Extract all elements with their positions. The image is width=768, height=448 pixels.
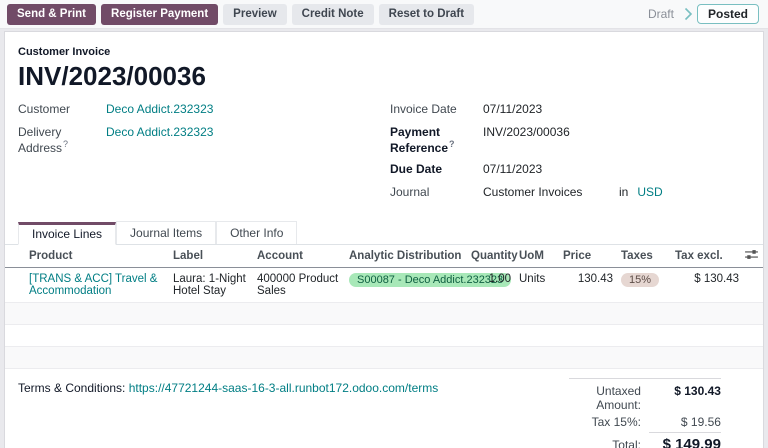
due-date-value[interactable]: 07/11/2023 <box>483 162 542 176</box>
tax-row: Tax 15%: $ 19.56 <box>569 415 721 429</box>
column-product[interactable]: Product <box>5 245 169 268</box>
table-header-row: Product Label Account Analytic Distribut… <box>5 245 763 268</box>
due-date-label: Due Date <box>390 162 443 176</box>
tax-value: $ 19.56 <box>680 415 721 429</box>
field-delivery-address: Delivery Address? Deco Addict.232323 <box>18 125 384 155</box>
empty-table-row <box>5 302 763 325</box>
terms-label: Terms & Conditions: <box>18 381 126 395</box>
control-panel: Send & Print Register Payment Preview Cr… <box>0 0 768 29</box>
line-account-cell[interactable]: 400000 Product Sales <box>253 267 345 303</box>
action-buttons: Send & Print Register Payment Preview Cr… <box>7 3 475 25</box>
delivery-address-label-text: Delivery Address <box>18 125 63 155</box>
payment-reference-label-text: Payment Reference <box>390 125 449 155</box>
field-groups: Customer Deco Addict.232323 Delivery Add… <box>5 102 763 208</box>
tax-label: Tax 15%: <box>591 415 641 429</box>
journal-value[interactable]: Customer Invoices <box>483 185 619 199</box>
journal-label: Journal <box>390 185 430 199</box>
field-customer: Customer Deco Addict.232323 <box>18 102 384 118</box>
field-invoice-date: Invoice Date 07/11/2023 <box>390 102 763 118</box>
reset-to-draft-button[interactable]: Reset to Draft <box>378 3 475 25</box>
untaxed-amount-label: Untaxed Amount: <box>596 384 641 412</box>
column-quantity[interactable]: Quantity <box>467 245 518 268</box>
help-question-icon: ? <box>449 139 455 149</box>
credit-note-button[interactable]: Credit Note <box>291 3 374 25</box>
customer-label: Customer <box>18 102 71 116</box>
field-column-right: Invoice Date 07/11/2023 Payment Referenc… <box>384 102 763 208</box>
column-price[interactable]: Price <box>559 245 617 268</box>
invoice-date-value[interactable]: 07/11/2023 <box>483 102 542 116</box>
sheet-footer: Terms & Conditions: https://47721244-saa… <box>5 369 763 448</box>
field-journal: Journal Customer Invoices in USD <box>390 185 763 201</box>
send-print-button[interactable]: Send & Print <box>7 3 97 25</box>
optional-columns-icon[interactable] <box>743 245 763 268</box>
product-link[interactable]: [TRANS & ACC] Travel & Accommodation <box>29 273 157 297</box>
field-payment-reference: Payment Reference? INV/2023/00036 <box>390 125 763 155</box>
untaxed-amount-value: $ 130.43 <box>674 384 721 398</box>
tab-journal-items[interactable]: Journal Items <box>116 221 217 244</box>
column-label[interactable]: Label <box>169 245 253 268</box>
preview-button[interactable]: Preview <box>223 3 287 25</box>
status-posted[interactable]: Posted <box>696 4 759 24</box>
invoice-number: INV/2023/00036 <box>18 61 206 91</box>
line-tax-excl-cell: $ 130.43 <box>671 267 743 303</box>
register-payment-button[interactable]: Register Payment <box>101 3 219 25</box>
journal-in-text: in <box>619 185 629 199</box>
column-tax-excl[interactable]: Tax excl. <box>671 245 743 268</box>
analytic-distribution-badge[interactable]: S00087 - Deco Addict.232323 <box>349 273 512 287</box>
total-row: Total: $ 149.99 <box>569 432 721 448</box>
help-question-icon: ? <box>63 139 69 149</box>
tax-badge[interactable]: 15% <box>621 273 660 287</box>
invoice-date-label: Invoice Date <box>390 102 457 116</box>
column-taxes[interactable]: Taxes <box>617 245 671 268</box>
empty-table-row <box>5 346 763 369</box>
invoice-sheet: Customer Invoice INV/2023/00036 Customer… <box>4 31 764 448</box>
totals-block: Untaxed Amount: $ 130.43 Tax 15%: $ 19.5… <box>568 378 739 448</box>
delivery-address-label: Delivery Address? <box>18 125 106 155</box>
column-uom[interactable]: UoM <box>515 245 559 268</box>
line-label-cell[interactable]: Laura: 1-Night Hotel Stay <box>169 267 253 303</box>
field-due-date: Due Date 07/11/2023 <box>390 162 763 178</box>
delivery-address-value-link[interactable]: Deco Addict.232323 <box>106 125 213 139</box>
line-uom-cell[interactable]: Units <box>515 267 559 303</box>
tab-invoice-lines[interactable]: Invoice Lines <box>18 222 117 245</box>
untaxed-amount-row: Untaxed Amount: $ 130.43 <box>569 384 721 412</box>
terms-link[interactable]: https://47721244-saas-16-3-all.runbot172… <box>129 381 439 395</box>
column-account[interactable]: Account <box>253 245 345 268</box>
journal-currency-link[interactable]: USD <box>637 185 662 199</box>
chevron-right-icon <box>684 6 693 22</box>
status-bar: Draft Posted <box>642 4 761 24</box>
column-analytic-distribution[interactable]: Analytic Distribution <box>345 245 467 268</box>
total-value: $ 149.99 <box>648 432 721 448</box>
invoice-line-row[interactable]: [TRANS & ACC] Travel & Accommodation Lau… <box>5 267 763 303</box>
payment-reference-value[interactable]: INV/2023/00036 <box>483 125 570 139</box>
document-header: Customer Invoice INV/2023/00036 <box>5 32 763 92</box>
line-price-cell[interactable]: 130.43 <box>559 267 617 303</box>
customer-value-link[interactable]: Deco Addict.232323 <box>106 102 213 116</box>
notebook-tabs: Invoice Lines Journal Items Other Info <box>5 221 763 245</box>
tab-other-info[interactable]: Other Info <box>216 221 298 244</box>
field-column-left: Customer Deco Addict.232323 Delivery Add… <box>5 102 384 208</box>
status-draft[interactable]: Draft <box>642 7 680 21</box>
payment-reference-label: Payment Reference? <box>390 125 483 155</box>
terms-and-conditions: Terms & Conditions: https://47721244-saa… <box>18 381 438 448</box>
empty-table-row <box>5 324 763 347</box>
totals-table: Untaxed Amount: $ 130.43 Tax 15%: $ 19.5… <box>568 378 721 448</box>
total-label: Total: <box>612 438 641 448</box>
invoice-lines-table: Product Label Account Analytic Distribut… <box>5 245 763 369</box>
document-type-label: Customer Invoice <box>18 46 111 58</box>
